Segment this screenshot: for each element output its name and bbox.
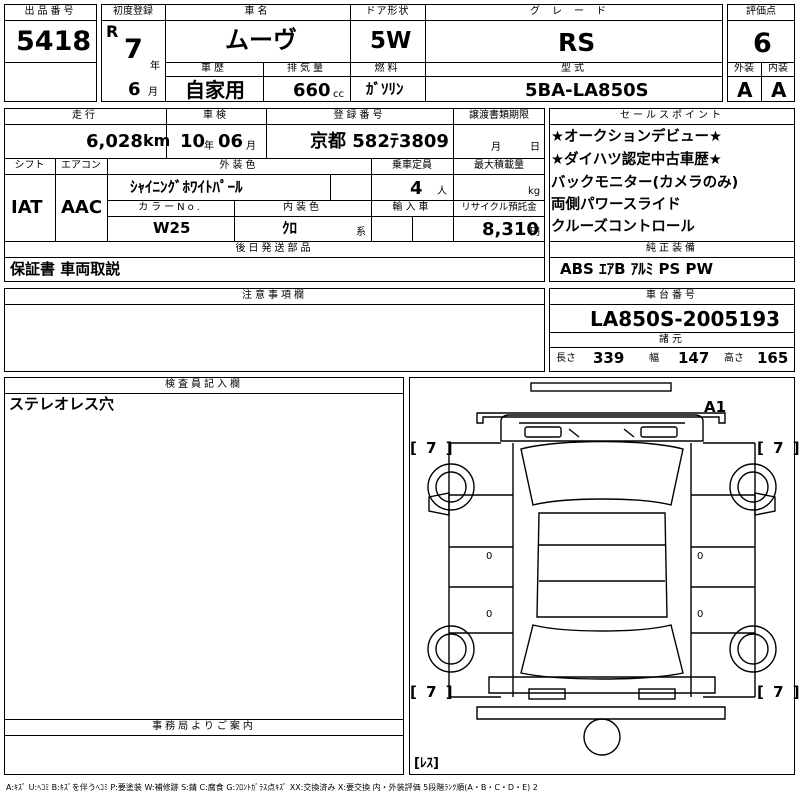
score: 6: [753, 28, 772, 59]
door-zero-right-front: 0: [697, 551, 704, 562]
height: 165: [757, 349, 789, 367]
recycle-unit: 円: [530, 227, 540, 238]
inspection-label: 車検: [203, 110, 229, 121]
selling-point-1: ★オークションデビュー★: [551, 129, 722, 145]
equipment: ABS ｴｱB ｱﾙﾐ PS PW: [560, 260, 714, 278]
door-zero-left-rear: 0: [486, 609, 493, 620]
later-parts: 保証書 車両取説: [10, 260, 121, 278]
color-number-label: カラーNo.: [138, 202, 203, 213]
transfer-day-unit: 日: [530, 142, 540, 153]
transfer-deadline-label: 譲渡書類期限: [469, 110, 529, 121]
selling-point-4: 両側パワースライド: [551, 197, 681, 213]
max-load-unit: kg: [528, 186, 541, 197]
lot-number: 5418: [16, 26, 92, 57]
km-unit: km: [143, 131, 171, 150]
selling-point-2: ★ダイハツ認定中古車歴★: [551, 152, 722, 168]
aircon-label: エアコン: [61, 160, 101, 171]
damage-code-a1: A1: [704, 398, 727, 416]
capacity-unit: 人: [437, 186, 447, 197]
plate-label: 登録番号: [333, 110, 386, 121]
selling-points-label: セールスポイント: [620, 110, 724, 121]
door-zero-left-front: 0: [486, 551, 493, 562]
exterior-color-label: 外装色: [219, 160, 259, 171]
height-label: 高さ: [724, 353, 744, 364]
office-label: 事務局よりご案内: [152, 721, 256, 732]
tire-rear-left: [ 7 ]: [410, 683, 455, 701]
interior-color-label: 内装色: [283, 202, 322, 213]
import-label: 輸入車: [392, 202, 432, 213]
car-body-diagram: [427, 382, 777, 756]
spare-tire-mark: [ﾚｽ]: [414, 756, 439, 771]
recycle-label: リサイクル預託金: [461, 202, 537, 213]
length-label: 長さ: [556, 353, 576, 364]
era-mark: R: [106, 22, 119, 41]
grade-label: グレード: [530, 6, 618, 17]
max-load-label: 最大積載量: [474, 160, 524, 171]
inspector-label: 検査員記入欄: [165, 379, 243, 390]
tire-rear-right: [ 7 ]: [757, 683, 800, 701]
width: 147: [678, 349, 710, 367]
model-code: 5BA-LA850S: [525, 80, 649, 101]
inspection-year-unit: 年: [204, 141, 214, 152]
inspector-note: ステレオレス穴: [9, 395, 115, 413]
mileage-label: 走行: [72, 110, 98, 121]
shift-label: シフト: [14, 160, 45, 171]
notes-label: 注意事項欄: [242, 290, 307, 301]
legend-text: A:ｷｽﾞ U:ﾍｺﾐ B:ｷｽﾞを伴うﾍｺﾐ P:要塗装 W:補修跡 S:錆 …: [6, 783, 538, 792]
color-number: W25: [153, 219, 191, 237]
shift: IAT: [11, 197, 43, 218]
transfer-month-unit: 月: [491, 142, 501, 153]
interior-color-unit: 系: [356, 227, 366, 238]
door-type: 5W: [370, 28, 412, 54]
inspector-box: [4, 377, 404, 775]
year-unit: 年: [150, 61, 160, 72]
vehicle-history: 自家用: [185, 78, 245, 102]
interior-grade: A: [771, 78, 787, 102]
first-registration-label: 初度登録: [113, 6, 153, 17]
tire-front-left: [ 7 ]: [410, 439, 455, 457]
plate-number: 京都 582ﾃ3809: [310, 131, 449, 152]
displacement: 660: [293, 80, 331, 101]
later-parts-label: 後日発送部品: [235, 243, 314, 254]
interior-label: 内装: [768, 63, 788, 74]
car-name-label: 車名: [244, 6, 271, 17]
aircon: AAC: [61, 197, 103, 218]
car-name: ムーヴ: [225, 26, 297, 54]
door-label: ドア形状: [365, 6, 410, 17]
capacity: 4: [410, 178, 423, 199]
mileage: 6,028: [86, 131, 143, 152]
inspection-month: 06: [218, 131, 244, 152]
selling-point-3: バックモニター(カメラのみ): [551, 175, 739, 191]
tire-front-right: [ 7 ]: [757, 439, 800, 457]
grade: RS: [558, 28, 596, 57]
dimensions-label: 諸元: [659, 334, 685, 345]
chassis-label: 車台番号: [646, 290, 698, 301]
lot-number-label: 出品番号: [24, 6, 77, 17]
exterior-label: 外装: [734, 63, 754, 74]
equipment-label: 純正装備: [646, 243, 698, 254]
width-label: 幅: [649, 353, 659, 364]
door-zero-right-rear: 0: [697, 609, 704, 620]
displacement-label: 排気量: [287, 63, 326, 74]
model-label: 型式: [561, 63, 587, 74]
exterior-grade: A: [737, 78, 753, 102]
chassis-number: LA850S-2005193: [590, 307, 781, 331]
length: 339: [593, 349, 625, 367]
fuel-label: 燃料: [374, 63, 401, 74]
inspection-month-unit: 月: [246, 141, 256, 152]
score-label: 評価点: [746, 6, 776, 17]
history-label: 車歴: [201, 63, 227, 74]
fuel: ｶﾞｿﾘﾝ: [366, 80, 404, 98]
registration-year: 7: [124, 34, 143, 65]
month-unit: 月: [148, 87, 158, 98]
capacity-label: 乗車定員: [392, 160, 432, 171]
registration-month: 6: [128, 79, 141, 100]
inspection-year: 10: [180, 131, 206, 152]
exterior-color: ｼｬｲﾆﾝｸﾞﾎﾜｲﾄﾊﾟｰﾙ: [130, 178, 243, 196]
cc-unit: cc: [333, 89, 344, 100]
interior-color: ｸﾛ: [282, 219, 298, 237]
selling-point-5: クルーズコントロール: [551, 219, 695, 235]
